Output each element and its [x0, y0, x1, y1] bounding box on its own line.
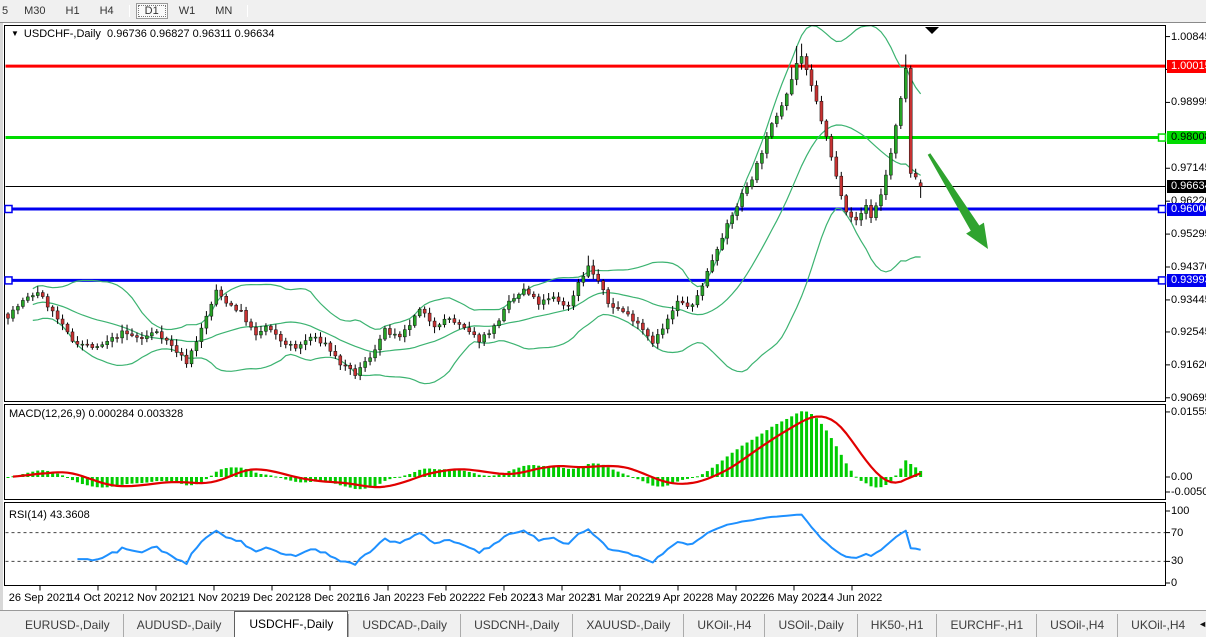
symbol-tab-audusd-daily[interactable]: AUDUSD-,Daily — [123, 614, 235, 637]
symbol-tab-xauusd-daily[interactable]: XAUUSD-,Daily — [572, 614, 683, 637]
timeframe-button-mn[interactable]: MN — [206, 3, 241, 19]
price-line-badge: 0.98008 — [1167, 131, 1206, 144]
rsi-axis-label: 0 — [1171, 577, 1177, 589]
symbol-tabs: EURUSD-,DailyAUDUSD-,DailyUSDCHF-,DailyU… — [12, 611, 1198, 637]
toolbar-separator — [129, 5, 130, 17]
rsi-axis-label: 70 — [1171, 527, 1183, 539]
main-panel-frame — [5, 26, 1166, 402]
symbol-tab-usoil-daily[interactable]: USOil-,Daily — [764, 614, 856, 637]
tab-scroll-left-icon[interactable]: ◄ — [1198, 619, 1206, 629]
price-axis-label: 0.90695 — [1171, 392, 1205, 404]
price-line-badge: 1.00015 — [1167, 60, 1206, 73]
rsi-indicator-label: RSI(14) 43.3608 — [9, 509, 90, 521]
macd-axis-label: 0.00 — [1171, 471, 1192, 483]
timeframe-button-d1[interactable]: D1 — [136, 3, 168, 19]
price-line-badge: 0.93993 — [1167, 274, 1206, 287]
timeframe-toolbar: 5 M30H1H4 D1W1MN — [0, 0, 1206, 23]
symbol-tab-usdcnh-daily[interactable]: USDCNH-,Daily — [460, 614, 572, 637]
timeframe-button-h4[interactable]: H4 — [91, 3, 123, 19]
price-line-badge: 0.96000 — [1167, 203, 1206, 216]
symbol-tab-ukoil-h4[interactable]: UKOil-,H4 — [683, 614, 764, 637]
date-axis-label: 14 Jun 2022 — [812, 592, 892, 604]
rsi-axis-label: 100 — [1171, 505, 1189, 517]
symbol-tab-usdcad-daily[interactable]: USDCAD-,Daily — [348, 614, 460, 637]
timeframe-buttons: M30H1H4 D1W1MN — [14, 5, 253, 17]
symbol-tab-hk50-h1[interactable]: HK50-,H1 — [857, 614, 937, 637]
quote-symbol: USDCHF-,Daily — [24, 28, 101, 40]
quote-line: ▼ USDCHF-,Daily 0.96736 0.96827 0.96311 0… — [11, 28, 274, 40]
price-axis-label: 0.91620 — [1171, 359, 1205, 371]
symbol-tab-ukoil-h4[interactable]: UKOil-,H4 — [1117, 614, 1198, 637]
price-axis-label: 1.00845 — [1171, 31, 1205, 43]
rsi-axis-label: 30 — [1171, 555, 1183, 567]
symbol-tab-eurchf-h1[interactable]: EURCHF-,H1 — [936, 614, 1036, 637]
timeframe-button-m30[interactable]: M30 — [15, 3, 54, 19]
price-axis-label: 0.97145 — [1171, 162, 1205, 174]
rsi-panel-frame — [5, 503, 1166, 586]
tab-scroll-controls: ◄ ► — [1198, 611, 1206, 637]
chart-canvas[interactable] — [0, 0, 1206, 636]
price-axis-label: 0.98995 — [1171, 96, 1205, 108]
macd-axis-label: -0.00507 — [1171, 486, 1206, 498]
symbol-tab-usoil-h4[interactable]: USOil-,H4 — [1036, 614, 1117, 637]
symbol-tab-usdchf-daily[interactable]: USDCHF-,Daily — [234, 611, 348, 637]
quote-ohlc-values: 0.96736 0.96827 0.96311 0.96634 — [107, 28, 274, 40]
timeframe-button-h1[interactable]: H1 — [57, 3, 89, 19]
window-left-edge — [0, 22, 3, 612]
price-axis-label: 0.93445 — [1171, 294, 1205, 306]
price-axis-label: 0.92545 — [1171, 326, 1205, 338]
price-axis-label: 0.94370 — [1171, 261, 1205, 273]
toolbar-separator — [247, 5, 248, 17]
chart-tab-bar: EURUSD-,DailyAUDUSD-,DailyUSDCHF-,DailyU… — [0, 610, 1206, 637]
symbol-dropdown-icon[interactable]: ▼ — [11, 29, 19, 38]
price-line-badge: 0.96634 — [1167, 180, 1206, 193]
macd-indicator-label: MACD(12,26,9) 0.000284 0.003328 — [9, 408, 183, 420]
timeframe-button-w1[interactable]: W1 — [170, 3, 205, 19]
symbol-tab-eurusd-daily[interactable]: EURUSD-,Daily — [12, 614, 123, 637]
macd-axis-label: 0.01555 — [1171, 406, 1206, 418]
timeframe-button-partial[interactable]: 5 — [0, 3, 14, 19]
price-axis-label: 0.95295 — [1171, 228, 1205, 240]
